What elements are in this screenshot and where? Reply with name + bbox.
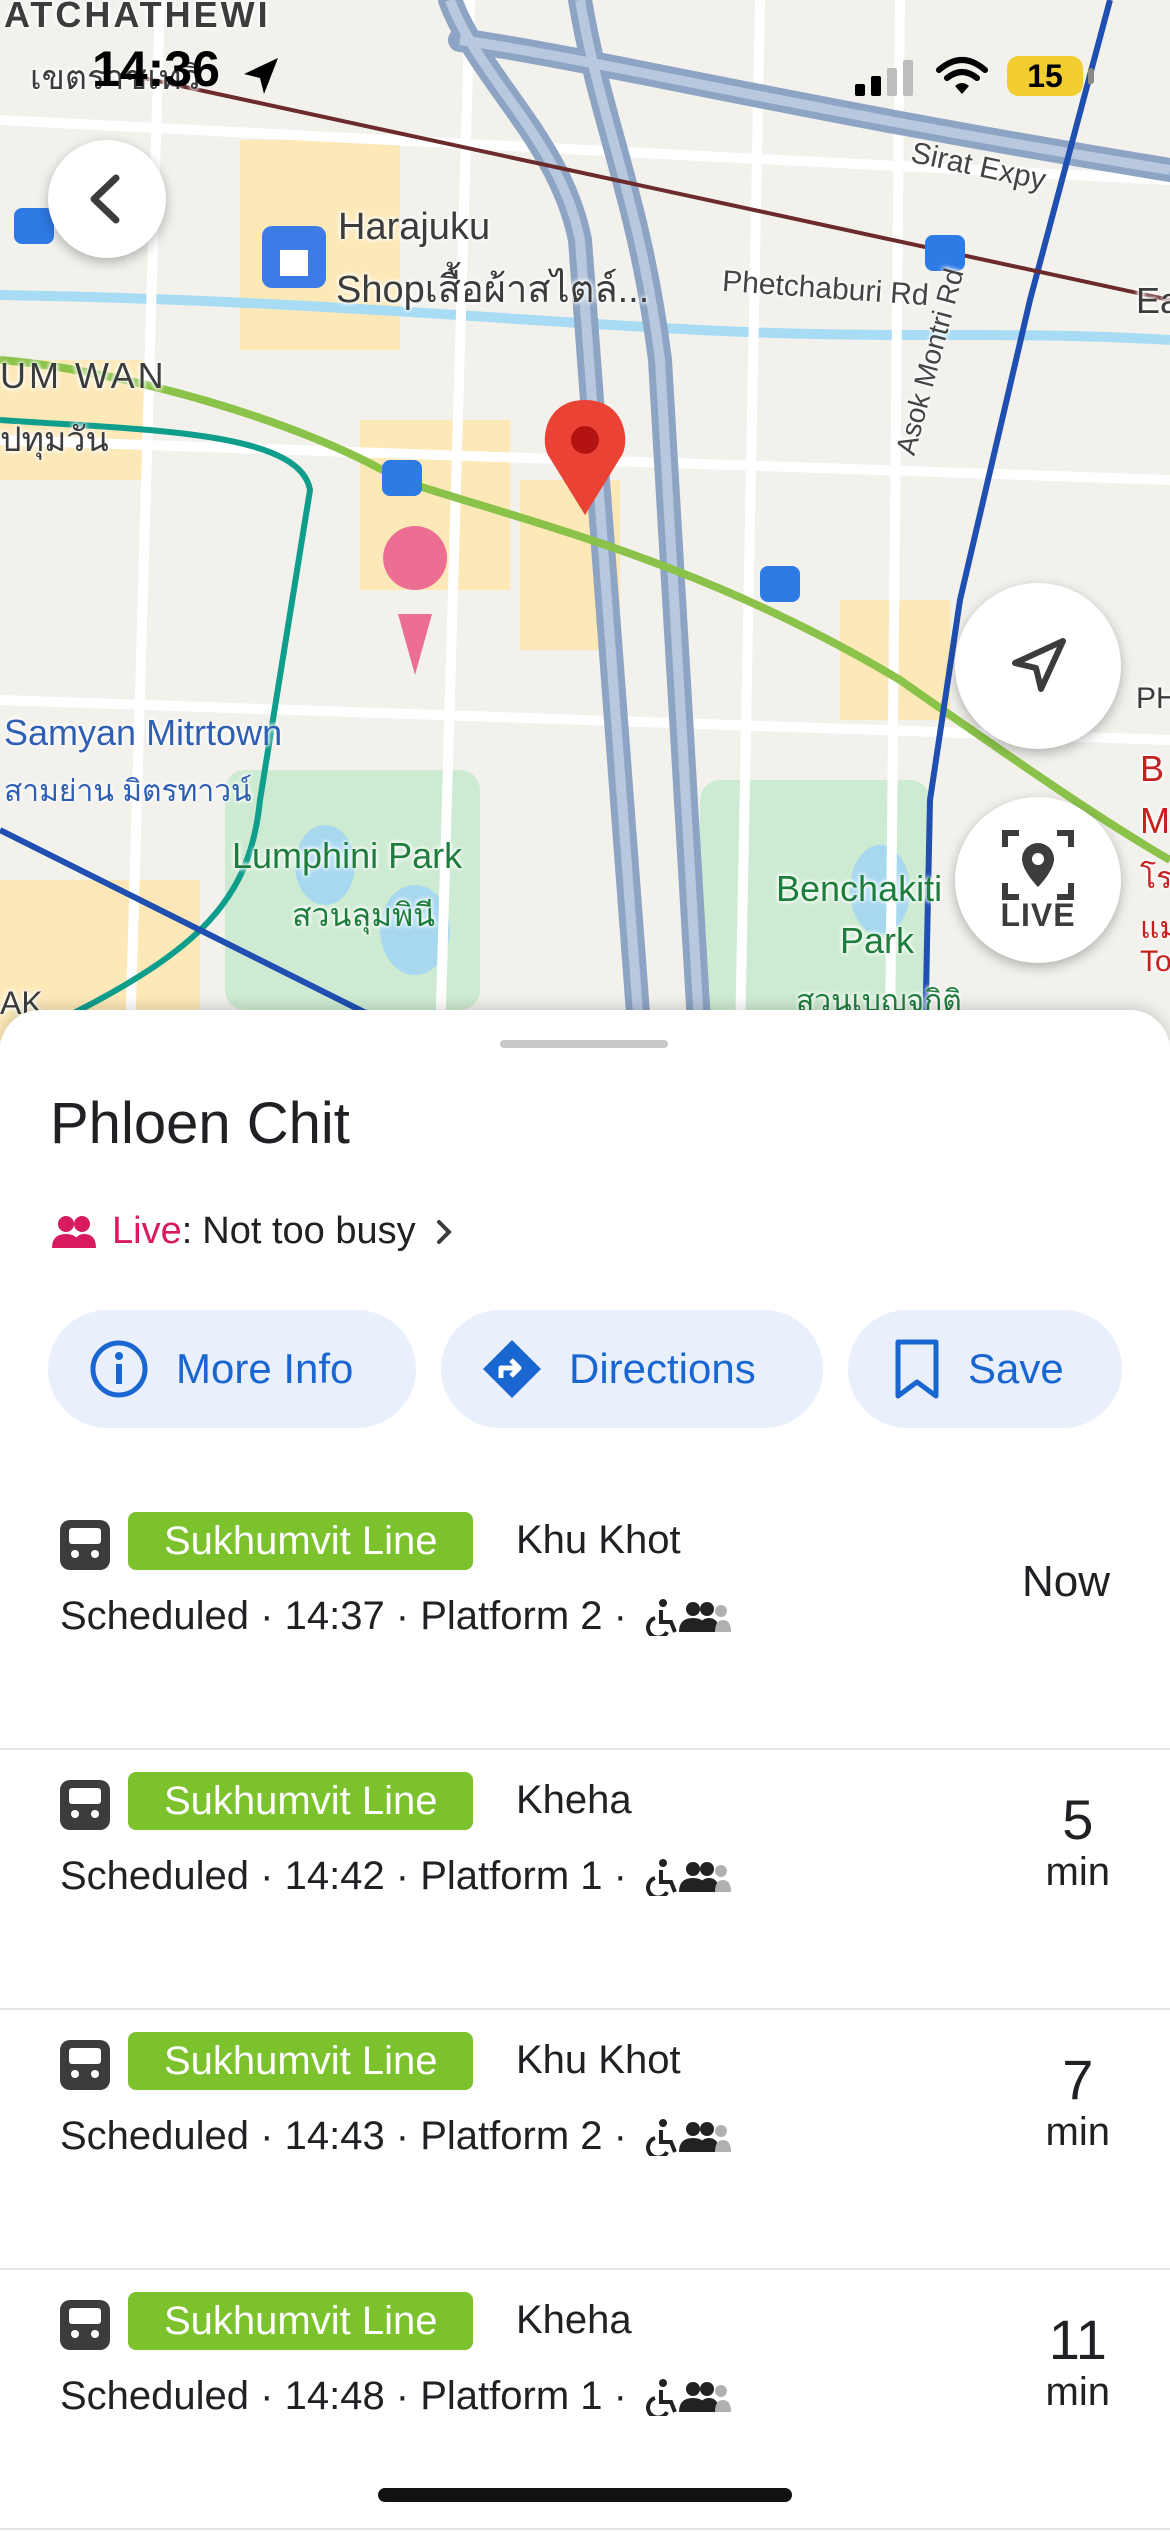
destination: Kheha (516, 1778, 632, 1822)
bookmark-icon (895, 1339, 939, 1399)
map-label-harajuku[interactable]: Harajuku (338, 206, 490, 249)
eta: 5 min (1045, 1788, 1110, 1895)
eta-unit: min (1045, 1850, 1110, 1894)
eta-unit: min (1045, 2370, 1110, 2414)
crowd-icon (678, 1861, 731, 1892)
back-button[interactable] (48, 140, 166, 258)
battery-cap (1088, 68, 1094, 84)
line-badge: Sukhumvit Line (128, 1512, 474, 1570)
wheelchair-icon (646, 2118, 677, 2156)
busy-status: Not too busy (202, 1210, 416, 1252)
wheelchair-icon (646, 1598, 677, 1636)
schedule-text: Scheduled · 14:48 · Platform 1 · (60, 2374, 627, 2418)
live-label: Live (112, 1210, 182, 1252)
map-label-lumphini-park-th[interactable]: สวนลุมพินี (292, 890, 435, 941)
live-view-button[interactable]: LIVE (955, 797, 1121, 963)
schedule-text: Scheduled · 14:42 · Platform 1 · (60, 1854, 627, 1898)
eta-value: 5 (1062, 1788, 1094, 1851)
destination: Kheha (516, 2298, 632, 2342)
eta-unit: min (1045, 2110, 1110, 2154)
crowd-icon (678, 2121, 731, 2152)
live-busyness[interactable]: Live: Not too busy (50, 1210, 454, 1253)
status-bar: 14:36 15 (0, 0, 1170, 150)
people-icon (52, 1215, 96, 1248)
map-label-ea: Ea (1136, 280, 1170, 321)
eta-value: 11 (1048, 2308, 1107, 2371)
more-info-label: More Info (176, 1345, 354, 1392)
destination: Khu Khot (516, 1518, 681, 1562)
schedule-text: Scheduled · 14:43 · Platform 2 · (60, 2114, 627, 2158)
eta-value: 7 (1062, 2048, 1094, 2111)
hotel-icon (383, 526, 448, 590)
chevron-left-icon (90, 174, 120, 224)
save-button[interactable]: Save (848, 1310, 1122, 1428)
map-label-benchakitti[interactable]: Benchakiti (776, 868, 942, 910)
eta: 11 min (1045, 2308, 1110, 2415)
schedule-info: Scheduled · 14:42 · Platform 1 · (60, 1854, 731, 1899)
eta: Now (1022, 1552, 1110, 1612)
location-arrow-icon (244, 58, 278, 94)
line-badge: Sukhumvit Line (128, 1772, 474, 1830)
map-label-lumphini-park[interactable]: Lumphini Park (232, 835, 462, 877)
directions-button[interactable]: Directions (441, 1310, 823, 1428)
crowd-icon (678, 1601, 731, 1632)
map-label-pathum-wan: UM WAN (0, 355, 167, 396)
home-indicator[interactable] (378, 2488, 792, 2502)
live-button-label: LIVE (1000, 897, 1076, 933)
schedule-info: Scheduled · 14:43 · Platform 2 · (60, 2114, 731, 2159)
live-view-icon (1002, 830, 1074, 900)
departure-row[interactable]: Sukhumvit Line Kheha Scheduled · 14:42 ·… (0, 1750, 1170, 2010)
directions-label: Directions (569, 1345, 756, 1392)
sheet-drag-handle[interactable] (500, 1040, 668, 1048)
map-label-pathum-wan-th: ปทุมวัน (0, 421, 109, 459)
status-time: 14:36 (92, 41, 220, 97)
wifi-icon (936, 57, 988, 94)
schedule-info: Scheduled · 14:37 · Platform 2 · (60, 1594, 731, 1639)
map-label-samyan-th[interactable]: สามย่าน มิตรทาวน์ (4, 768, 252, 815)
train-icon (60, 2300, 110, 2350)
chevron-right-icon (436, 1219, 452, 1244)
my-location-button[interactable] (955, 583, 1121, 749)
crowd-icon (678, 2381, 731, 2412)
map-label-ph: PH (1136, 682, 1170, 715)
train-icon (60, 1780, 110, 1830)
map-label-harajuku-sub[interactable]: Shopเสื้อผ้าสไตล์... (336, 258, 649, 319)
wheelchair-icon (646, 1858, 677, 1896)
line-badge: Sukhumvit Line (128, 2292, 474, 2350)
train-icon (60, 2040, 110, 2090)
departure-row[interactable]: Sukhumvit Line Khu Khot Scheduled · 14:3… (0, 1490, 1170, 1750)
place-sheet[interactable]: Phloen Chit Live: Not too busy More Info… (0, 1010, 1170, 2532)
departure-row[interactable]: Sukhumvit Line Khu Khot Scheduled · 14:4… (0, 2010, 1170, 2270)
map-label-right-m: M (1140, 800, 1170, 841)
battery-level: 15 (1007, 56, 1083, 96)
more-info-button[interactable]: More Info (48, 1310, 416, 1428)
map-view[interactable]: ATCHATHEWI เขตราชเทวี Harajuku Shopเสื้อ… (0, 0, 1170, 1040)
eta: 7 min (1045, 2048, 1110, 2155)
map-label-benchakitti-park[interactable]: Park (840, 920, 914, 962)
schedule-text: Scheduled · 14:37 · Platform 2 · (60, 1594, 627, 1638)
map-label-right-th1: โร (1140, 862, 1170, 895)
destination: Khu Khot (516, 2038, 681, 2082)
map-label-samyan[interactable]: Samyan Mitrtown (4, 712, 282, 754)
save-label: Save (968, 1345, 1064, 1392)
info-icon (90, 1340, 148, 1398)
place-title: Phloen Chit (50, 1091, 350, 1156)
train-icon (60, 1520, 110, 1570)
eta-value: Now (1021, 1557, 1110, 1606)
navigation-arrow-icon (1012, 638, 1066, 692)
line-badge: Sukhumvit Line (128, 2032, 474, 2090)
directions-icon (483, 1340, 541, 1398)
map-label-right-b: B (1140, 748, 1165, 789)
map-label-right-to: To (1140, 945, 1170, 978)
wheelchair-icon (646, 2378, 677, 2416)
schedule-info: Scheduled · 14:48 · Platform 1 · (60, 2374, 731, 2419)
cellular-signal-icon (855, 60, 913, 96)
